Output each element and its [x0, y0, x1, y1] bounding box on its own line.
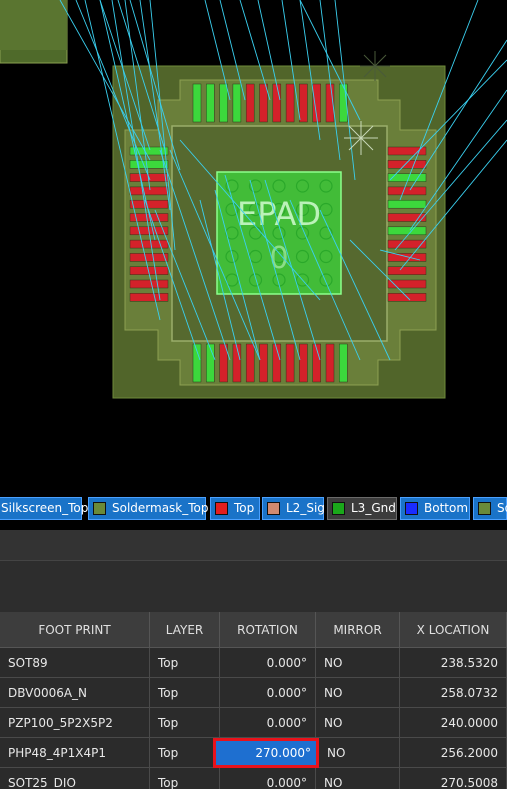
cell-footprint[interactable]: SOT89	[0, 648, 150, 678]
column-header-mirror[interactable]: MIRROR	[316, 612, 400, 648]
cell-layer[interactable]: Top	[150, 768, 220, 789]
layer-bar: Silkscreen_Top Soldermask_Top Top L2_Sig…	[0, 490, 507, 530]
pad	[387, 199, 427, 209]
layer-soldermask-bottom[interactable]: So	[473, 497, 507, 520]
origin-marker	[344, 121, 378, 155]
pad	[259, 343, 268, 383]
table-row[interactable]: PZP100_5P2X5P2 Top 0.000° NO 240.0000	[0, 708, 507, 738]
pad	[129, 293, 169, 302]
layer-top[interactable]: Top	[210, 497, 260, 520]
pad	[299, 343, 308, 383]
pad	[232, 343, 242, 383]
pad	[129, 160, 169, 169]
cell-footprint[interactable]: PZP100_5P2X5P2	[0, 708, 150, 738]
cell-mirror[interactable]: NO	[316, 708, 400, 738]
pad	[387, 239, 427, 249]
component-panel: FOOT PRINT LAYER ROTATION MIRROR X LOCAT…	[0, 530, 507, 789]
crosshair-marker	[360, 51, 390, 81]
pad	[245, 343, 255, 383]
cell-layer[interactable]: Top	[150, 708, 220, 738]
layer-label: Silkscreen_Top	[1, 501, 89, 515]
pad	[206, 83, 215, 123]
cell-rotation[interactable]: 0.000°	[220, 768, 316, 789]
cell-footprint[interactable]: SOT25_DIO	[0, 768, 150, 789]
component-table: FOOT PRINT LAYER ROTATION MIRROR X LOCAT…	[0, 612, 507, 789]
pad	[272, 83, 282, 123]
cell-mirror[interactable]: NO	[316, 678, 400, 708]
pad	[259, 83, 268, 123]
pad	[129, 279, 169, 289]
pad	[387, 226, 427, 236]
layer-label: L2_Sig	[286, 501, 325, 515]
pad	[219, 83, 228, 123]
layer-color-swatch	[93, 502, 106, 515]
cell-footprint[interactable]: DBV0006A_N	[0, 678, 150, 708]
panel-toolbar	[0, 530, 507, 561]
layer-l3-gnd[interactable]: L3_Gnd	[327, 497, 397, 520]
pad	[387, 266, 427, 275]
layer-soldermask-top[interactable]: Soldermask_Top	[88, 497, 209, 520]
cell-mirror[interactable]: NO	[316, 648, 400, 678]
layer-bottom[interactable]: Bottom	[400, 497, 470, 520]
table-row[interactable]: SOT89 Top 0.000° NO 238.5320	[0, 648, 507, 678]
layer-label: Soldermask_Top	[112, 501, 209, 515]
cell-rotation[interactable]: 0.000°	[220, 678, 316, 708]
pad	[129, 186, 169, 196]
cell-rotation[interactable]: 0.000°	[220, 648, 316, 678]
pad	[206, 343, 215, 383]
pad	[339, 343, 348, 383]
pad	[387, 160, 427, 169]
pad	[299, 83, 308, 123]
pad	[325, 343, 335, 383]
cell-footprint[interactable]: PHP48_4P1X4P1	[0, 738, 150, 768]
table-row[interactable]: DBV0006A_N Top 0.000° NO 258.0732	[0, 678, 507, 708]
cell-x-location[interactable]: 240.0000	[400, 708, 507, 738]
pad	[192, 343, 202, 383]
cell-layer[interactable]: Top	[150, 678, 220, 708]
column-header-rotation[interactable]: ROTATION	[220, 612, 316, 648]
pad	[285, 83, 295, 123]
cell-x-location[interactable]: 256.2000	[400, 738, 507, 768]
pad	[129, 199, 169, 209]
cell-x-location[interactable]: 258.0732	[400, 678, 507, 708]
layer-l2-sig[interactable]: L2_Sig	[262, 497, 325, 520]
pad	[129, 253, 169, 262]
layer-label: Bottom	[424, 501, 469, 515]
layer-color-swatch	[478, 502, 491, 515]
pad	[387, 253, 427, 262]
cell-rotation[interactable]: 0.000°	[220, 708, 316, 738]
table-row[interactable]: SOT25_DIO Top 0.000° NO 270.5008	[0, 768, 507, 789]
pad	[129, 239, 169, 249]
cell-x-location[interactable]: 270.5008	[400, 768, 507, 789]
column-header-footprint[interactable]: FOOT PRINT	[0, 612, 150, 648]
layer-label: Top	[234, 501, 255, 515]
cell-layer[interactable]: Top	[150, 648, 220, 678]
layer-color-swatch	[215, 502, 228, 515]
layer-label: So	[497, 501, 507, 515]
panel-filter-area	[0, 561, 507, 614]
pcb-view[interactable]: EPAD 0	[0, 0, 507, 490]
column-header-x-location[interactable]: X LOCATION	[400, 612, 507, 648]
cell-x-location[interactable]: 238.5320	[400, 648, 507, 678]
table-row-selected[interactable]: PHP48_4P1X4P1 Top 270.000° NO 256.2000	[0, 738, 507, 768]
pad	[232, 83, 242, 123]
pad	[245, 83, 255, 123]
column-header-layer[interactable]: LAYER	[150, 612, 220, 648]
layer-color-swatch	[267, 502, 280, 515]
cell-layer[interactable]: Top	[150, 738, 220, 768]
pad	[285, 343, 295, 383]
neighbor-component-body	[0, 0, 67, 50]
pad	[192, 83, 202, 123]
layer-color-swatch	[332, 502, 345, 515]
layer-silkscreen-top[interactable]: Silkscreen_Top	[0, 497, 88, 520]
pad	[387, 186, 427, 196]
cell-mirror[interactable]: NO	[319, 738, 400, 768]
cell-rotation-editing[interactable]: 270.000°	[213, 738, 319, 768]
pcb-canvas[interactable]: EPAD 0	[0, 0, 507, 490]
layer-color-swatch	[405, 502, 418, 515]
cell-mirror[interactable]: NO	[316, 768, 400, 789]
layer-label: L3_Gnd	[351, 501, 396, 515]
